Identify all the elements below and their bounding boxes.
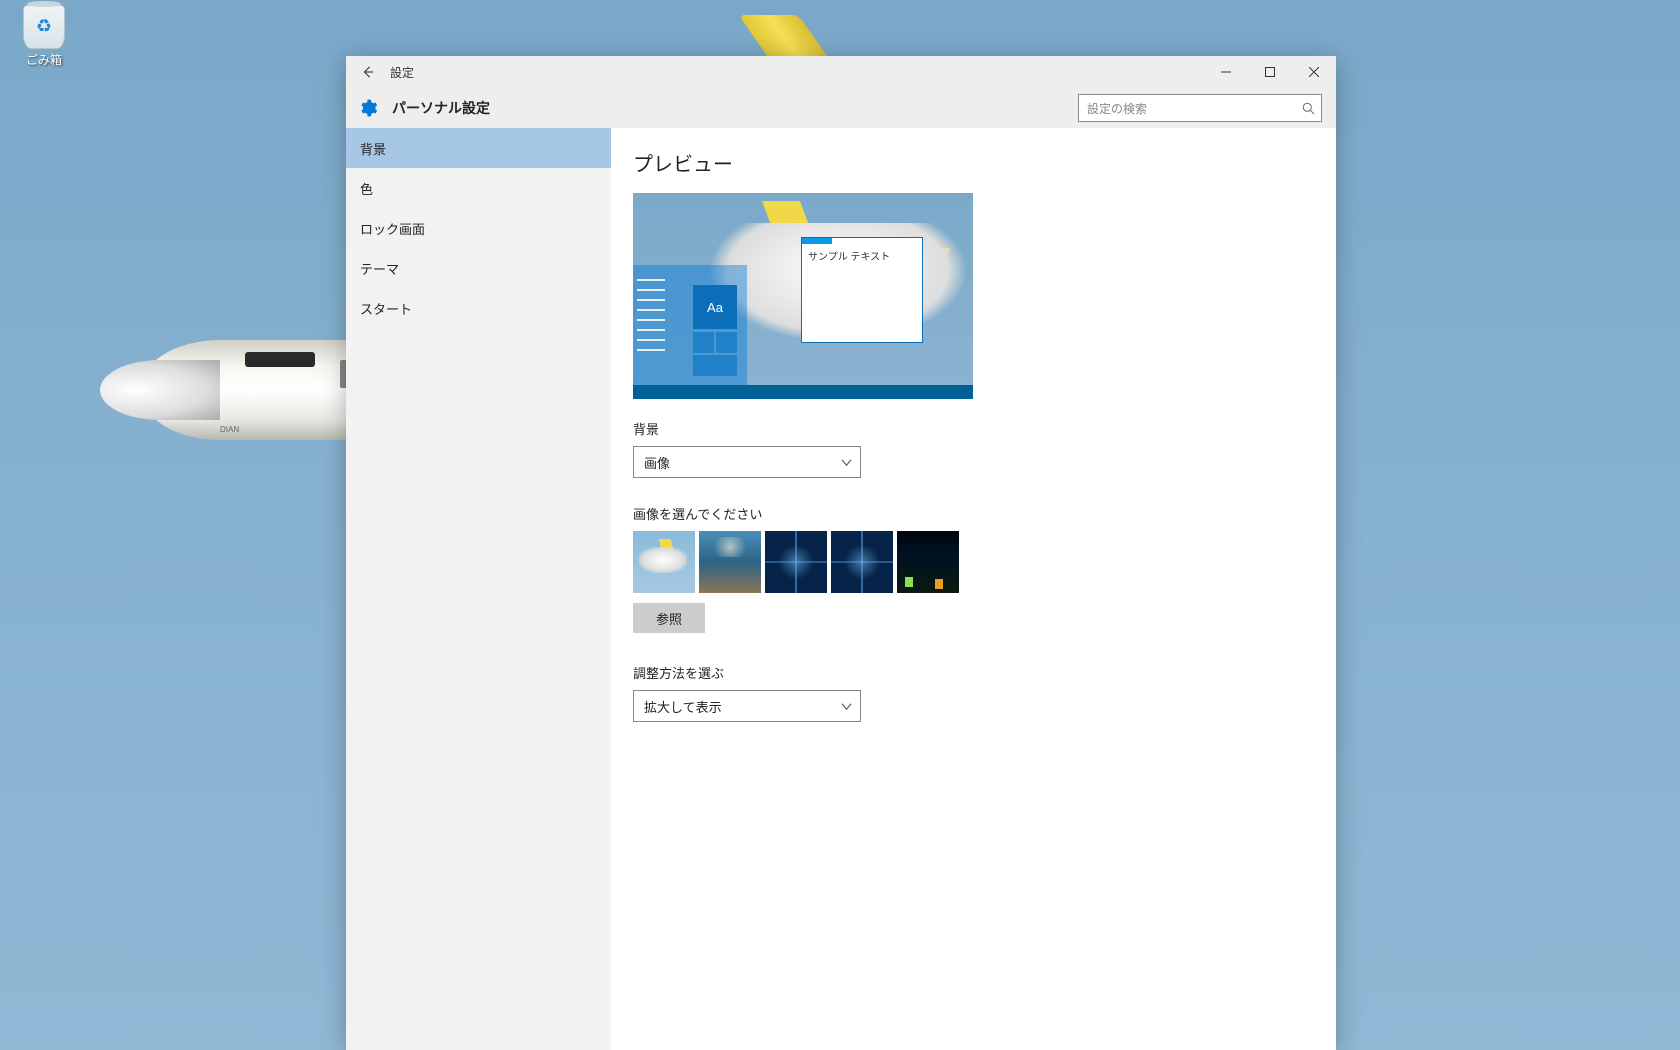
wallpaper-plane-small-marking: DIAN [220,425,239,434]
desktop-wallpaper: A DIAN ごみ箱 設定 [0,0,1680,1050]
settings-window: 設定 パーソナル設定 設定の検索 [346,56,1336,1050]
sidebar-item-label: 色 [360,179,373,198]
wallpaper-thumb-2[interactable] [699,531,761,593]
sidebar-item-label: ロック画面 [360,219,425,238]
sidebar-item-label: テーマ [360,259,399,278]
minimize-button[interactable] [1204,56,1248,88]
window-controls [1204,56,1336,88]
recycle-bin[interactable]: ごみ箱 [14,5,74,68]
sidebar-item-themes[interactable]: テーマ [346,248,611,288]
wallpaper-thumb-3[interactable] [765,531,827,593]
chevron-down-icon [841,701,852,712]
window-title: 設定 [390,64,414,81]
wallpaper-thumb-1[interactable] [633,531,695,593]
wallpaper-thumb-5[interactable] [897,531,959,593]
sidebar-item-colors[interactable]: 色 [346,168,611,208]
search-icon [1302,102,1315,115]
choose-image-label: 画像を選んでください [633,504,1336,523]
browse-button-label: 参照 [656,609,682,628]
maximize-button[interactable] [1248,56,1292,88]
preview-tile-aa: Aa [693,285,737,329]
preview-sample-window: サンプル テキスト [801,237,923,343]
content: 背景 色 ロック画面 テーマ スタート プレビュー [346,128,1336,1050]
fit-dropdown[interactable]: 拡大して表示 [633,690,861,722]
chevron-down-icon [841,457,852,468]
subheader: パーソナル設定 設定の検索 [346,88,1336,128]
gear-icon [358,98,378,118]
wallpaper-thumb-4[interactable] [831,531,893,593]
page-category-title: パーソナル設定 [392,98,490,118]
desktop-preview: Aa サンプル テキスト [633,193,973,399]
back-button[interactable] [346,56,390,88]
fit-label: 調整方法を選ぶ [633,663,1336,682]
close-button[interactable] [1292,56,1336,88]
wallpaper-thumbnails [633,531,1336,593]
background-label: 背景 [633,419,1336,438]
sidebar-item-lockscreen[interactable]: ロック画面 [346,208,611,248]
recycle-bin-label: ごみ箱 [14,51,74,68]
dropdown-value: 画像 [644,453,670,472]
browse-button[interactable]: 参照 [633,603,705,633]
sidebar-item-label: スタート [360,299,412,318]
main-panel: プレビュー Aa [611,128,1336,1050]
preview-taskbar [633,385,973,399]
preview-heading: プレビュー [633,148,1336,177]
sidebar-item-start[interactable]: スタート [346,288,611,328]
sidebar: 背景 色 ロック画面 テーマ スタート [346,128,611,1050]
dropdown-value: 拡大して表示 [644,697,722,716]
preview-tiles: Aa [693,265,747,385]
search-input[interactable]: 設定の検索 [1078,94,1322,122]
recycle-bin-icon [23,5,65,49]
titlebar[interactable]: 設定 [346,56,1336,88]
sidebar-item-background[interactable]: 背景 [346,128,611,168]
preview-sample-text: サンプル テキスト [802,244,922,267]
sidebar-item-label: 背景 [360,139,386,158]
back-arrow-icon [361,65,375,79]
background-type-dropdown[interactable]: 画像 [633,446,861,478]
search-placeholder: 設定の検索 [1087,100,1147,117]
